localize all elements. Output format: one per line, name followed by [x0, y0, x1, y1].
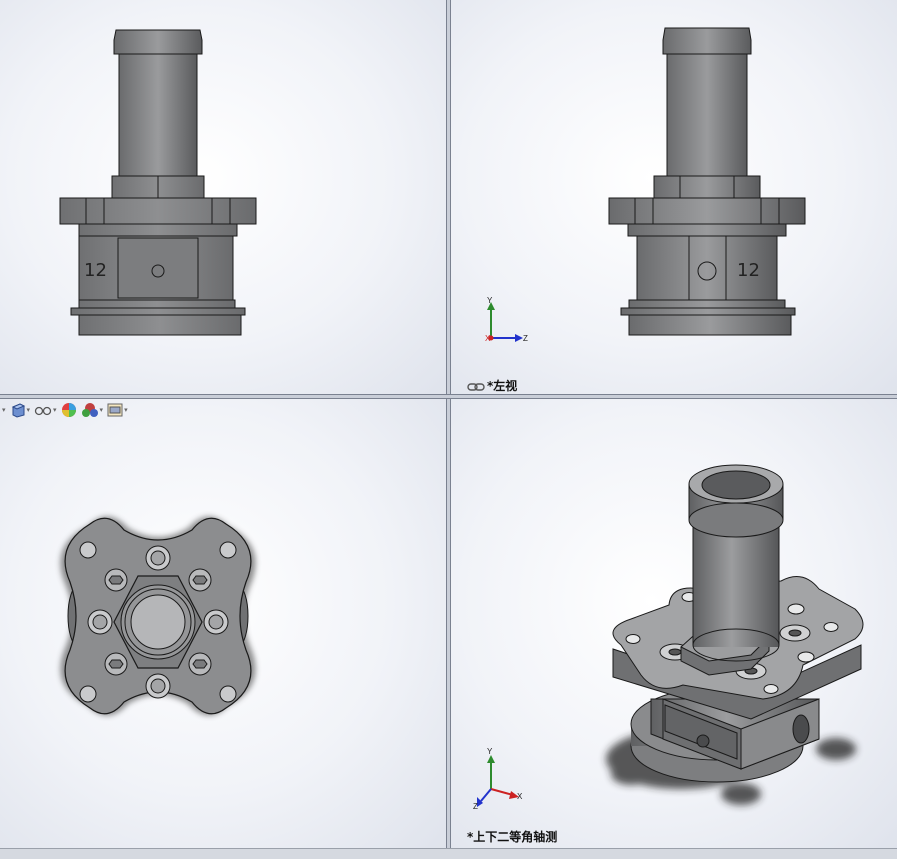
horizontal-splitter[interactable] [0, 394, 897, 399]
svg-text:Y: Y [487, 296, 493, 305]
model-front-view[interactable]: 12 [0, 0, 446, 394]
viewport-front[interactable]: 12 [0, 0, 446, 394]
triad-icon: Y Z X [473, 747, 523, 811]
part-number-text: 12 [737, 260, 760, 281]
viewport-left[interactable]: 12 Y Z X *左视 [451, 0, 897, 394]
triad-icon: Y Z X [485, 296, 528, 343]
svg-text:X: X [485, 334, 491, 343]
view-name-text: *左视 [487, 379, 518, 393]
view-name-label[interactable]: *左视 [467, 377, 517, 394]
viewport-dimetric[interactable]: Y Z X *上下二等角轴测 [451, 399, 897, 848]
svg-text:X: X [517, 792, 523, 801]
part-number-text: 12 [84, 260, 107, 281]
svg-text:Z: Z [473, 802, 478, 811]
viewport-bottom[interactable]: ▾ ▾ ▾ ▾ ▾ [0, 399, 446, 848]
view-name-label[interactable]: *上下二等角轴测 [467, 828, 557, 845]
model-dimetric-view[interactable]: Y Z X [451, 399, 897, 848]
status-bar [0, 848, 897, 859]
model-bottom-view[interactable] [0, 399, 446, 848]
link-views-icon[interactable] [467, 382, 485, 392]
svg-text:Y: Y [487, 747, 493, 756]
vertical-splitter[interactable] [446, 0, 451, 848]
model-left-view[interactable]: 12 Y Z X [451, 0, 897, 394]
svg-text:Z: Z [523, 334, 528, 343]
